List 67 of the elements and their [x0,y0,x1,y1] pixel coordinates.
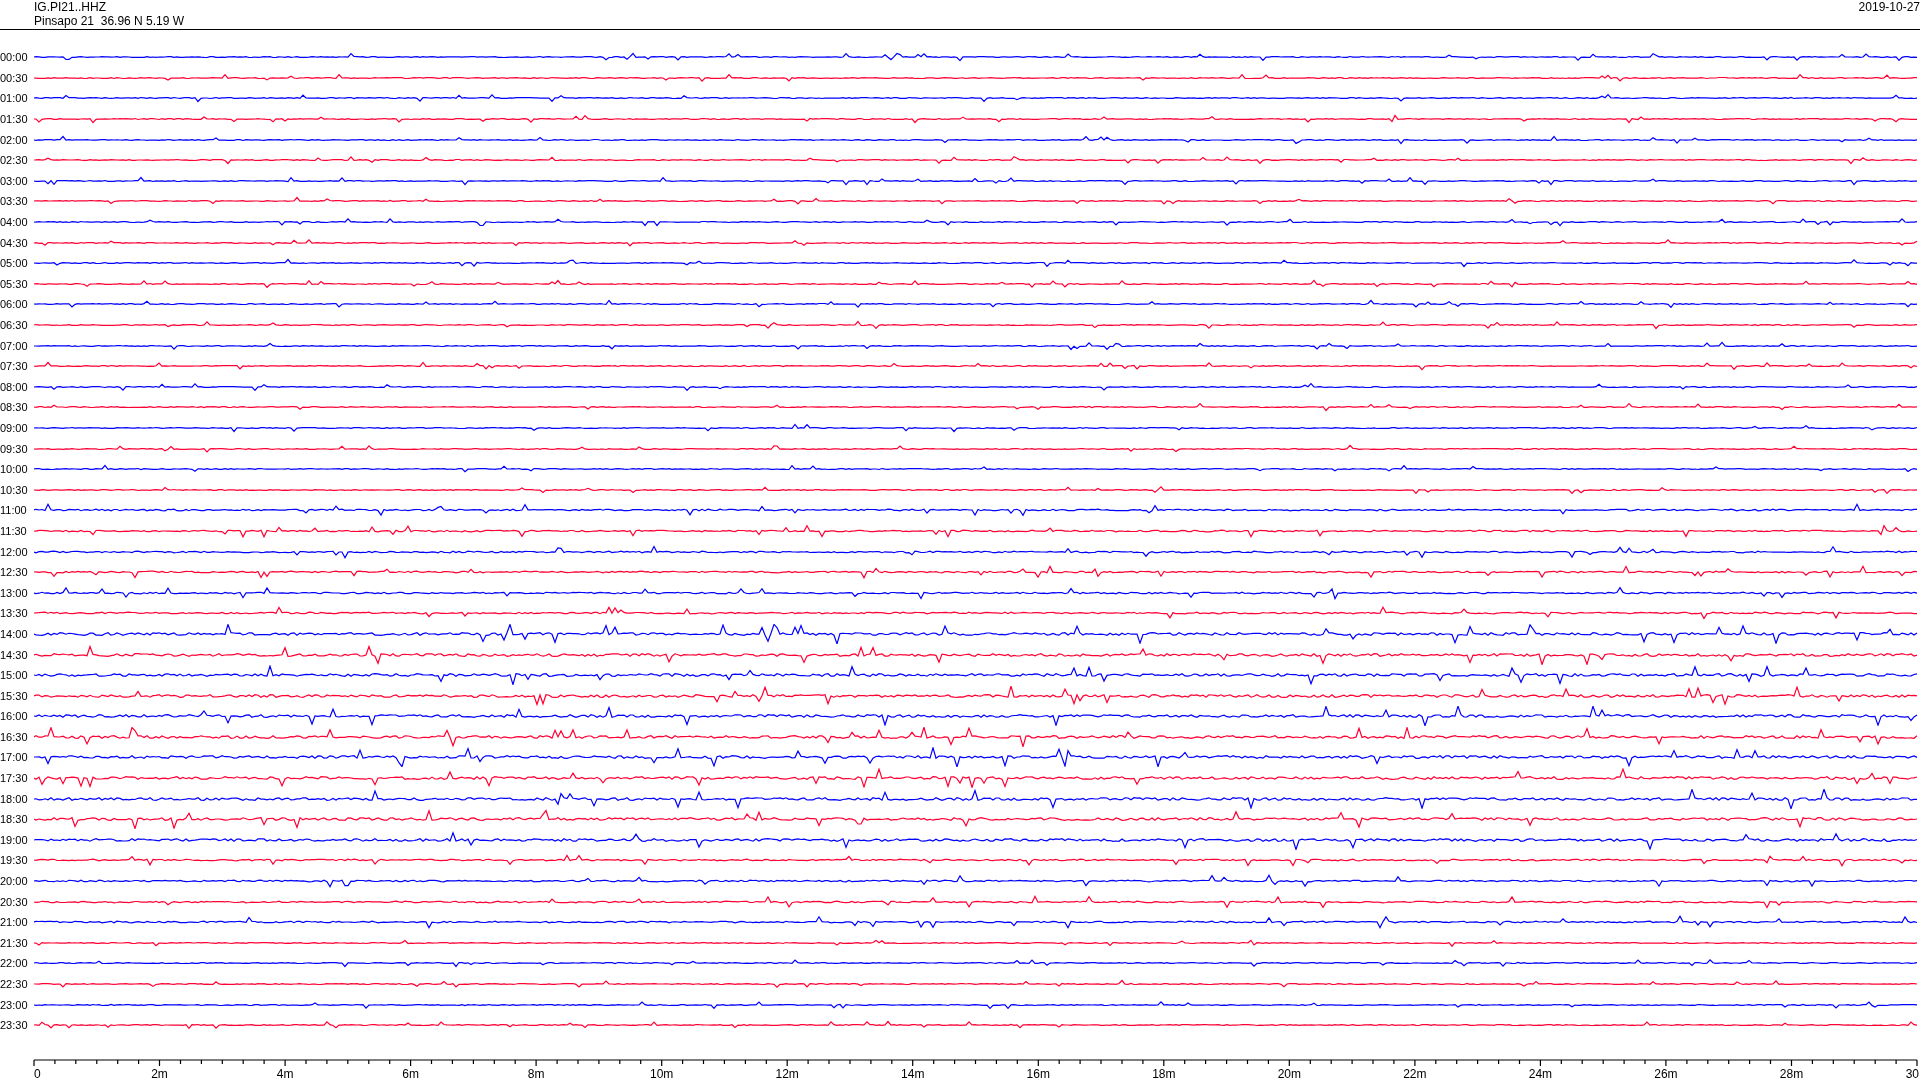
tick-label: 24m [1528,1066,1553,1080]
time-label: 19:30 [0,854,29,867]
time-label: 02:00 [0,133,29,146]
tick-label: 8m [527,1066,545,1080]
tick-label: 12m [775,1066,799,1080]
time-label: 17:30 [0,772,29,785]
time-label: 14:00 [0,627,29,640]
time-label: 09:30 [0,442,29,455]
time-label: 03:30 [0,195,29,208]
tick-label: 30 [1905,1066,1919,1080]
time-label: 10:00 [0,463,29,476]
time-label: 01:00 [0,92,29,105]
time-label: 22:00 [0,957,29,970]
time-label: 18:00 [0,792,29,805]
tick-label: 0 [34,1066,41,1080]
time-label: 12:30 [0,566,29,579]
tick-label: 2m [151,1066,168,1080]
tick-label: 22m [1403,1066,1427,1080]
tick-label: 4m [276,1066,294,1080]
time-label: 06:30 [0,319,29,331]
time-label: 14:30 [0,648,29,661]
tick-label: 28m [1779,1066,1804,1080]
tick-label: 20m [1277,1066,1301,1080]
time-label: 00:00 [0,51,29,64]
time-label: 05:00 [0,257,29,270]
time-label: 07:00 [0,339,29,352]
time-label: 00:30 [0,71,29,84]
time-label: 11:30 [0,524,28,537]
station-info: Pinsapo 21 36.96 N 5.19 W [34,14,185,28]
time-label: 23:00 [0,998,29,1011]
time-label: 17:00 [0,751,29,764]
time-label: 08:00 [0,380,29,393]
time-label: 05:30 [0,277,29,290]
time-label: 21:00 [0,916,29,929]
time-label: 18:30 [0,813,29,826]
time-label: 07:30 [0,360,29,373]
time-label: 02:30 [0,154,29,167]
time-label: 20:30 [0,895,29,908]
time-label: 03:00 [0,174,29,187]
time-label: 23:30 [0,1019,29,1032]
time-label: 19:00 [0,833,29,846]
time-label: 10:30 [0,483,29,496]
time-label: 04:30 [0,236,29,249]
channel-code: IG.PI21..HHZ [34,0,108,14]
time-label: 13:00 [0,586,29,599]
time-label: 13:30 [0,607,29,620]
date-label: 2019-10-27 [1858,0,1920,16]
tick-label: 6m [402,1066,419,1080]
time-label: 09:00 [0,422,29,434]
tick-label: 16m [1026,1066,1050,1080]
time-label: 06:00 [0,298,29,311]
time-label: 22:30 [0,978,29,990]
time-label: 15:00 [0,669,29,682]
time-label: 15:30 [0,689,29,702]
time-label: 20:00 [0,875,29,888]
time-label: 12:00 [0,545,29,558]
time-label: 16:30 [0,730,29,743]
time-label: 04:00 [0,216,29,229]
time-label: 08:30 [0,401,29,414]
time-label: 16:00 [0,710,29,723]
time-label: 21:30 [0,936,29,949]
tick-label: 10m [650,1066,674,1080]
time-label: 11:00 [0,504,28,517]
time-label: 01:30 [0,113,29,126]
tick-label: 14m [901,1066,925,1080]
tick-label: 18m [1152,1066,1176,1080]
tick-label: 26m [1654,1066,1678,1080]
